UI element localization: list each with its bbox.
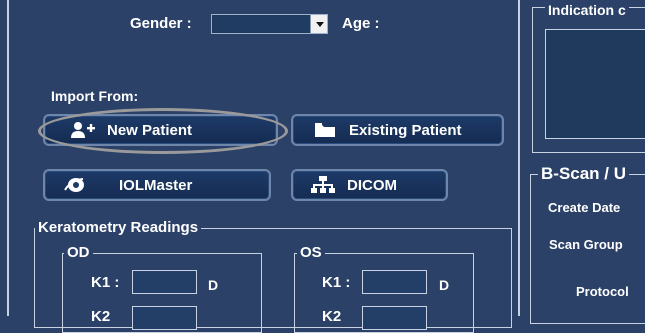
iolmaster-label: IOLMaster — [119, 176, 193, 194]
chevron-down-icon[interactable] — [310, 15, 327, 33]
create-date-label: Create Date — [548, 200, 621, 215]
bscan-title: B-Scan / U — [538, 164, 630, 184]
os-k1-label: K1 : — [322, 274, 351, 291]
dicom-label: DICOM — [347, 176, 397, 194]
gender-select-value — [214, 17, 309, 31]
left-panel-border — [7, 0, 9, 316]
keratometry-title: Keratometry Readings — [35, 219, 202, 236]
od-k1-input[interactable] — [132, 270, 197, 294]
network-icon — [311, 175, 335, 195]
import-from-heading: Import From: — [51, 88, 139, 104]
iolmaster-button[interactable]: IOLMaster — [43, 169, 271, 201]
highlight-ellipse — [38, 108, 288, 154]
od-k2-input[interactable] — [132, 306, 197, 330]
gender-label: Gender : — [130, 15, 192, 32]
os-k1-unit: D — [439, 277, 450, 293]
od-k1-unit: D — [208, 277, 219, 293]
gender-select[interactable] — [211, 14, 328, 34]
eye-swirl-icon — [63, 175, 87, 195]
od-k1-label: K1 : — [91, 274, 120, 291]
indication-title: Indication c — [545, 2, 629, 18]
os-k2-label: K2 — [322, 308, 342, 325]
divider-line — [518, 0, 520, 316]
od-k2-label: K2 — [91, 308, 111, 325]
os-label: OS — [297, 244, 325, 261]
existing-patient-button[interactable]: Existing Patient — [291, 114, 504, 146]
os-k1-input[interactable] — [362, 270, 427, 294]
os-k2-input[interactable] — [362, 306, 427, 330]
existing-patient-label: Existing Patient — [349, 121, 462, 139]
od-label: OD — [64, 244, 93, 261]
folder-icon — [313, 120, 337, 140]
dicom-button[interactable]: DICOM — [291, 169, 448, 201]
age-label: Age : — [342, 15, 380, 32]
indication-text-area[interactable] — [545, 29, 645, 139]
scan-group-label: Scan Group — [549, 237, 623, 252]
protocol-label: Protocol — [576, 284, 629, 299]
